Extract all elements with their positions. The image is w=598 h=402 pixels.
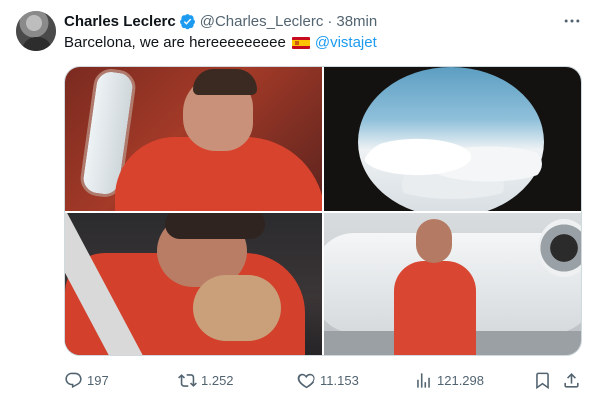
tweet-body: Barcelona, we are hereeeeeeeee xyxy=(64,34,286,51)
views-count: 121.298 xyxy=(437,372,484,388)
spain-flag-icon xyxy=(291,36,310,49)
share-button[interactable] xyxy=(562,368,581,392)
photo-1[interactable] xyxy=(65,67,322,211)
mention-link[interactable]: @vistajet xyxy=(315,34,377,51)
verified-badge-icon xyxy=(179,13,195,29)
more-dots-icon xyxy=(564,19,580,23)
reply-count: 197 xyxy=(87,372,109,388)
views-button[interactable]: 121.298 xyxy=(414,368,484,392)
photo-3[interactable] xyxy=(65,213,322,355)
bookmark-button[interactable] xyxy=(533,368,552,392)
author-avatar[interactable] xyxy=(16,11,56,51)
author-name[interactable]: Charles Leclerc xyxy=(64,13,176,30)
like-button[interactable]: 11.153 xyxy=(297,368,359,392)
tweet-header: Charles Leclerc @Charles_Leclerc · 38min xyxy=(64,11,377,31)
share-icon xyxy=(564,372,579,388)
heart-icon xyxy=(297,373,315,388)
tweet-text: Barcelona, we are hereeeeeeeee @vistajet xyxy=(64,34,377,51)
photo-4[interactable] xyxy=(324,213,581,355)
photo-2[interactable] xyxy=(324,67,581,211)
retweet-count: 1.252 xyxy=(201,372,234,388)
author-handle[interactable]: @Charles_Leclerc xyxy=(200,13,324,30)
like-count: 11.153 xyxy=(320,372,359,388)
separator-dot: · xyxy=(327,12,333,30)
action-bar: 197 1.252 11.153 121.298 xyxy=(64,368,584,392)
retweet-icon xyxy=(178,373,197,387)
tweet-timestamp[interactable]: 38min xyxy=(336,13,377,30)
media-grid xyxy=(64,66,582,356)
more-options-button[interactable] xyxy=(559,11,585,31)
reply-icon xyxy=(65,372,82,388)
tweet-card[interactable]: Charles Leclerc @Charles_Leclerc · 38min… xyxy=(0,0,598,402)
views-icon xyxy=(417,372,430,388)
reply-button[interactable]: 197 xyxy=(64,368,109,392)
bookmark-icon xyxy=(536,372,549,389)
retweet-button[interactable]: 1.252 xyxy=(178,368,234,392)
